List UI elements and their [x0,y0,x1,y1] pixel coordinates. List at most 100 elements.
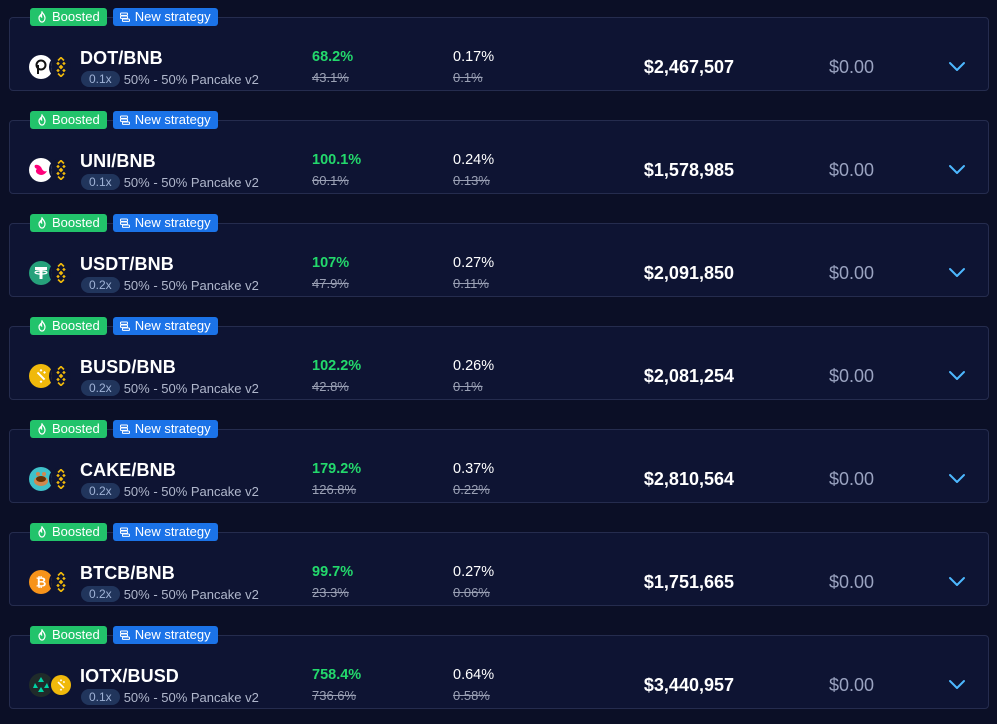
leverage-badge: 0.1x [81,689,120,705]
leverage-badge: 0.2x [81,586,120,602]
pair-meta: 0.1x 50% - 50% Pancake v2 [81,174,259,190]
row-badges: Boosted New strategy [30,214,218,232]
leverage-badge: 0.1x [81,71,120,87]
vault-row-usdt-bnb[interactable]: Boosted New strategy USDT/BNB 0.2x 50% -… [9,214,989,297]
new-strategy-badge-label: New strategy [134,112,211,127]
boosted-badge: Boosted [30,214,107,232]
boosted-badge: Boosted [30,317,107,335]
daily-previous: 0.1% [453,70,483,85]
boosted-badge-label: Boosted [52,627,100,642]
leverage-badge: 0.2x [81,483,120,499]
row-badges: Boosted New strategy [30,8,218,26]
daily-value: 0.27% [453,255,495,271]
coin-stack-icon [119,218,130,228]
position-value: $0.00 [828,469,874,489]
new-strategy-badge: New strategy [112,111,218,129]
apy-value: 107% [312,255,350,271]
row-badges: Boosted New strategy [30,523,218,541]
pair-meta: 0.2x 50% - 50% Pancake v2 [81,380,259,396]
daily-previous: 0.1% [453,379,483,394]
apy-previous: 736.6% [312,688,357,703]
coin-stack-icon [119,527,130,537]
coin-stack-icon [119,115,130,125]
new-strategy-badge-label: New strategy [134,421,211,436]
chevron-down-icon [949,268,965,277]
expand-button[interactable] [946,59,968,75]
pair-icons [29,261,75,287]
daily-value: 0.64% [453,667,495,683]
tvl-value: $2,091,850 [643,263,734,283]
pair-name: UNI/BNB [80,151,156,171]
pair-icons: ₿ [29,570,75,596]
boosted-badge-label: Boosted [52,215,100,230]
vault-card[interactable]: UNI/BNB 0.1x 50% - 50% Pancake v2 100.1%… [9,120,989,194]
coin-stack-icon [119,321,130,331]
expand-button[interactable] [946,574,968,590]
coin-stack-icon [119,630,130,640]
vault-card[interactable]: IOTX/BUSD 0.1x 50% - 50% Pancake v2 758.… [9,635,989,709]
flame-icon [38,629,46,641]
pair-icons [29,673,75,699]
vault-card[interactable]: DOT/BNB 0.1x 50% - 50% Pancake v2 68.2% … [9,17,989,91]
leverage-badge: 0.2x [81,380,120,396]
new-strategy-badge: New strategy [112,626,218,644]
leverage-badge: 0.1x [81,174,120,190]
vault-card[interactable]: BUSD/BNB 0.2x 50% - 50% Pancake v2 102.2… [9,326,989,400]
bnb-icon [49,261,73,285]
new-strategy-badge: New strategy [112,317,218,335]
flame-icon [38,114,46,126]
flame-icon [38,11,46,23]
vault-row-uni-bnb[interactable]: Boosted New strategy UNI/BNB 0.1x 50% - … [9,111,989,194]
bnb-icon [49,570,73,594]
new-strategy-badge-label: New strategy [134,318,211,333]
chevron-down-icon [949,371,965,380]
chevron-down-icon [949,577,965,586]
boosted-badge-label: Boosted [52,318,100,333]
pair-name: BTCB/BNB [80,563,175,583]
strategy-label: 50% - 50% Pancake v2 [123,586,259,602]
chevron-down-icon [949,680,965,689]
vault-row-btcb-bnb[interactable]: Boosted New strategy ₿ BTCB/BNB 0.2x 50%… [9,523,989,606]
pair-name: IOTX/BUSD [80,666,179,686]
daily-value: 0.24% [453,152,495,168]
boosted-badge-label: Boosted [52,112,100,127]
position-value: $0.00 [828,675,874,695]
flame-icon [38,320,46,332]
expand-button[interactable] [946,162,968,178]
daily-value: 0.27% [453,564,495,580]
apy-value: 99.7% [312,564,354,580]
boosted-badge: Boosted [30,523,107,541]
strategy-label: 50% - 50% Pancake v2 [123,277,259,293]
apy-previous: 43.1% [312,70,349,85]
chevron-down-icon [949,62,965,71]
vault-row-busd-bnb[interactable]: Boosted New strategy BUSD/BNB 0.2x 50% -… [9,317,989,400]
boosted-badge-label: Boosted [52,421,100,436]
expand-button[interactable] [946,677,968,693]
vault-row-dot-bnb[interactable]: Boosted New strategy DOT/BNB 0.1x 50% - … [9,8,989,91]
vault-card[interactable]: CAKE/BNB 0.2x 50% - 50% Pancake v2 179.2… [9,429,989,503]
apy-value: 179.2% [312,461,362,477]
pair-meta: 0.2x 50% - 50% Pancake v2 [81,586,259,602]
expand-button[interactable] [946,471,968,487]
vault-card[interactable]: USDT/BNB 0.2x 50% - 50% Pancake v2 107% … [9,223,989,297]
expand-button[interactable] [946,265,968,281]
flame-icon [38,217,46,229]
new-strategy-badge: New strategy [112,523,218,541]
expand-button[interactable] [946,368,968,384]
bnb-icon [49,467,73,491]
apy-value: 68.2% [312,49,354,65]
vault-row-iotx-busd[interactable]: Boosted New strategy IOTX/BUSD 0.1x 50% … [9,626,989,709]
apy-previous: 47.9% [312,276,349,291]
new-strategy-badge-label: New strategy [134,215,211,230]
row-badges: Boosted New strategy [30,111,218,129]
position-value: $0.00 [828,57,874,77]
svg-text:₿: ₿ [36,576,47,591]
coin-stack-icon [119,424,130,434]
daily-previous: 0.11% [453,276,489,291]
apy-value: 102.2% [312,358,362,374]
vault-row-cake-bnb[interactable]: Boosted New strategy CAKE/BNB 0.2x 50% -… [9,420,989,503]
new-strategy-badge-label: New strategy [134,9,211,24]
vault-card[interactable]: ₿ BTCB/BNB 0.2x 50% - 50% Pancake v2 99.… [9,532,989,606]
new-strategy-badge-label: New strategy [134,627,211,642]
tvl-value: $2,467,507 [643,57,734,77]
